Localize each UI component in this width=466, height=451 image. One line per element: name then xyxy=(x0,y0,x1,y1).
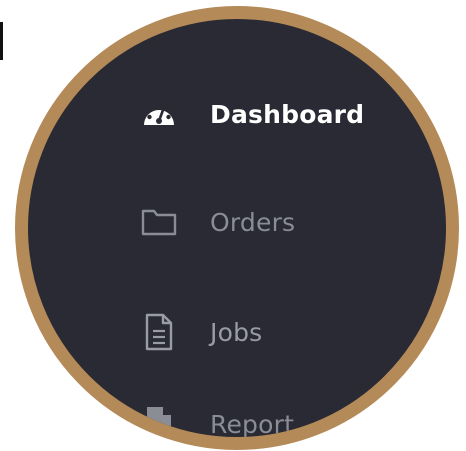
sidebar-item-orders[interactable]: Orders xyxy=(28,192,446,252)
sidebar-item-label: Orders xyxy=(210,207,296,237)
sidebar-item-label: Report xyxy=(210,409,295,439)
sidebar-menu: Dashboard Orders Jobs Report xyxy=(28,19,446,437)
sidebar-item-label: Dashboard xyxy=(210,99,365,129)
sidebar-item-jobs[interactable]: Jobs xyxy=(28,302,446,362)
zoomed-screenshot: Dashboard Orders Jobs Report xyxy=(0,0,466,451)
magnifier-lens: Dashboard Orders Jobs Report xyxy=(15,6,459,450)
dashboard-gauge-icon xyxy=(135,90,183,138)
edge-mark xyxy=(0,22,3,60)
folder-icon xyxy=(135,198,183,246)
sidebar-item-dashboard[interactable]: Dashboard xyxy=(28,84,446,144)
document-icon xyxy=(135,308,183,356)
sidebar-item-reports[interactable]: Report xyxy=(28,394,446,439)
sidebar-item-label: Jobs xyxy=(210,317,263,347)
report-document-icon xyxy=(135,400,183,437)
